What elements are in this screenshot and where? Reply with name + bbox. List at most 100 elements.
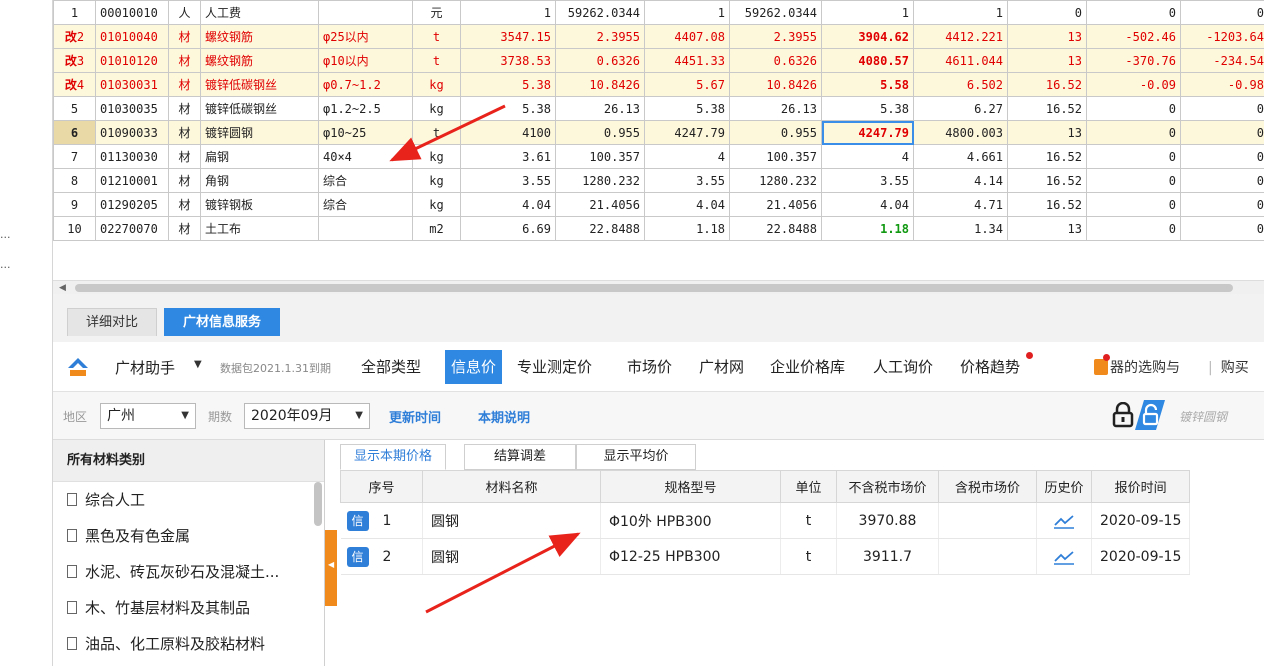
column-header[interactable]: 报价时间 xyxy=(1090,470,1191,503)
tab-material-info-service[interactable]: 广材信息服务 xyxy=(164,308,281,336)
cell-quantity[interactable]: 26.13 xyxy=(555,96,645,121)
cell-row-number[interactable]: 5 xyxy=(53,96,96,121)
cell-material-type[interactable]: 材 xyxy=(168,48,201,73)
cell-market-price[interactable]: 4407.08 xyxy=(644,24,730,49)
cell-unit[interactable]: t xyxy=(780,538,837,575)
cell-quantity-2[interactable]: 0.6326 xyxy=(729,48,822,73)
cell-unit[interactable]: kg xyxy=(412,96,461,121)
cell-material-code[interactable]: 01010040 xyxy=(95,24,169,49)
cell-material-spec[interactable]: φ25以内 xyxy=(318,24,413,49)
cell-market-price[interactable]: 4.04 xyxy=(644,192,730,217)
grid-row[interactable]: 1 00010010 人人工费元 1 59262.0344 1 59262.0344 1 1 0 0… xyxy=(53,0,1264,25)
category-item[interactable]: 油品、化工原料及胶粘材料 xyxy=(53,626,324,662)
cell-material-spec[interactable]: φ10以内 xyxy=(318,48,413,73)
cell-price-diff[interactable]: 0 xyxy=(1086,192,1181,217)
cell-material-name[interactable]: 镀锌低碳钢丝 xyxy=(200,96,319,121)
cell-base-price[interactable]: 1 xyxy=(460,0,556,25)
nav-enterprise-price-lib[interactable]: 企业价格库 xyxy=(764,350,851,384)
column-header[interactable]: 含税市场价 xyxy=(938,470,1037,503)
cell-market-price[interactable]: 4 xyxy=(644,144,730,169)
cell-base-price[interactable]: 3738.53 xyxy=(460,48,556,73)
cell-info-price[interactable]: 4247.79 xyxy=(821,120,914,145)
tab-detail-compare[interactable]: 详细对比 xyxy=(67,308,158,336)
cell-material-type[interactable]: 材 xyxy=(168,24,201,49)
cell-info-price[interactable]: 4.04 xyxy=(821,192,914,217)
table-row[interactable]: 信 1 圆钢 Φ10外 HPB300 t 3970.88 2020-09-15 xyxy=(340,502,1191,539)
cell-unit[interactable]: kg xyxy=(412,144,461,169)
category-item[interactable]: 水泥、砖瓦灰砂石及混凝土... xyxy=(53,554,324,590)
cell-material-code[interactable]: 01130030 xyxy=(95,144,169,169)
cell-info-price[interactable]: 3904.62 xyxy=(821,24,914,49)
cell-quantity-2[interactable]: 26.13 xyxy=(729,96,822,121)
cell-material-name[interactable]: 土工布 xyxy=(200,216,319,241)
cell-material-code[interactable]: 01210001 xyxy=(95,168,169,193)
cell-spec[interactable]: Φ10外 HPB300 xyxy=(600,502,781,539)
grid-row[interactable]: 8 01210001 材角钢 综合 kg 3.55 1280.232 3.55 1280.232… xyxy=(53,168,1264,193)
cell-base-price[interactable]: 4.04 xyxy=(460,192,556,217)
cell-quote-date[interactable]: 2020-09-15 xyxy=(1091,538,1191,575)
trend-chart-icon[interactable] xyxy=(1053,549,1075,565)
grid-row[interactable]: 7 01130030 材扁钢 40×4 kg 3.61 100.357 4 100.357 4 4.… xyxy=(53,144,1264,169)
cell-unit[interactable]: kg xyxy=(412,168,461,193)
cell-quantity-2[interactable]: 0.955 xyxy=(729,120,822,145)
cell-total-diff[interactable]: 0 xyxy=(1180,216,1264,241)
grid-row[interactable]: 改3 01010120 材螺纹钢筋 φ10以内 t 3738.53 0.6326 4451.3… xyxy=(53,48,1264,73)
cell-quantity[interactable]: 59262.0344 xyxy=(555,0,645,25)
cell-tax-rate[interactable]: 16.52 xyxy=(1007,192,1087,217)
cell-material-type[interactable]: 材 xyxy=(168,192,201,217)
cell-material-type[interactable]: 材 xyxy=(168,168,201,193)
cell-material-name[interactable]: 圆钢 xyxy=(422,502,601,539)
cell-tax-price[interactable]: 4.71 xyxy=(913,192,1008,217)
cell-material-code[interactable]: 01290205 xyxy=(95,192,169,217)
cell-total-diff[interactable]: 0 xyxy=(1180,144,1264,169)
cell-market-price[interactable]: 5.67 xyxy=(644,72,730,97)
nav-professional-price[interactable]: 专业测定价 xyxy=(511,350,598,384)
cell-base-price[interactable]: 5.38 xyxy=(460,96,556,121)
column-header[interactable]: 规格型号 xyxy=(600,470,781,503)
assistant-brand[interactable]: 广材助手 xyxy=(115,357,175,378)
trend-chart-icon[interactable] xyxy=(1053,513,1075,529)
grid-row[interactable]: 9 01290205 材镀锌钢板 综合 kg 4.04 21.4056 4.04 21.4056… xyxy=(53,192,1264,217)
cell-quantity[interactable]: 1280.232 xyxy=(555,168,645,193)
cell-quantity-2[interactable]: 59262.0344 xyxy=(729,0,822,25)
collapse-panel-button[interactable]: ◀ xyxy=(325,530,337,606)
cell-price-diff[interactable]: 0 xyxy=(1086,120,1181,145)
grid-row[interactable]: 6 01090033 材镀锌圆钢 φ10~25 t 4100 0.955 4247.79 0.9… xyxy=(53,120,1264,145)
cell-material-type[interactable]: 材 xyxy=(168,96,201,121)
cell-info-price[interactable]: 4080.57 xyxy=(821,48,914,73)
cell-info-price[interactable]: 5.38 xyxy=(821,96,914,121)
cell-info-price[interactable]: 3.55 xyxy=(821,168,914,193)
period-note-button[interactable]: 本期说明 xyxy=(478,407,530,426)
truncated-item-1[interactable]: ... xyxy=(0,228,11,241)
cell-price-excl-tax[interactable]: 3970.88 xyxy=(836,502,939,539)
cell-tax-price[interactable]: 4412.221 xyxy=(913,24,1008,49)
scrollbar-thumb[interactable] xyxy=(75,284,1233,292)
cell-row-number[interactable]: 改4 xyxy=(53,72,96,97)
period-select[interactable]: 2020年09月 ▼ xyxy=(244,403,370,429)
cell-quantity-2[interactable]: 10.8426 xyxy=(729,72,822,97)
cell-material-name[interactable]: 角钢 xyxy=(200,168,319,193)
tab-current-price[interactable]: 显示本期价格 xyxy=(340,444,446,470)
cell-price-diff[interactable]: 0 xyxy=(1086,216,1181,241)
cell-material-code[interactable]: 01090033 xyxy=(95,120,169,145)
cell-total-diff[interactable]: 0 xyxy=(1180,168,1264,193)
cell-material-code[interactable]: 00010010 xyxy=(95,0,169,25)
cell-quantity[interactable]: 100.357 xyxy=(555,144,645,169)
cell-total-diff[interactable]: 0 xyxy=(1180,0,1264,25)
categories-scrollbar[interactable] xyxy=(314,482,322,526)
cell-tax-price[interactable]: 6.27 xyxy=(913,96,1008,121)
cell-material-spec[interactable]: φ1.2~2.5 xyxy=(318,96,413,121)
cell-row-number[interactable]: 6 xyxy=(53,120,96,145)
cell-material-type[interactable]: 材 xyxy=(168,216,201,241)
cell-row-number[interactable]: 改3 xyxy=(53,48,96,73)
grid-row[interactable]: 5 01030035 材镀锌低碳钢丝 φ1.2~2.5 kg 5.38 26.13 5.38 2… xyxy=(53,96,1264,121)
cell-material-name[interactable]: 镀锌钢板 xyxy=(200,192,319,217)
cell-material-code[interactable]: 02270070 xyxy=(95,216,169,241)
cell-quantity-2[interactable]: 100.357 xyxy=(729,144,822,169)
buy-link[interactable]: | 购买 xyxy=(1208,357,1249,377)
cell-material-name[interactable]: 螺纹钢筋 xyxy=(200,24,319,49)
cell-unit[interactable]: 元 xyxy=(412,0,461,25)
cell-base-price[interactable]: 3.55 xyxy=(460,168,556,193)
cell-info-price[interactable]: 1 xyxy=(821,0,914,25)
cell-tax-rate[interactable]: 13 xyxy=(1007,120,1087,145)
